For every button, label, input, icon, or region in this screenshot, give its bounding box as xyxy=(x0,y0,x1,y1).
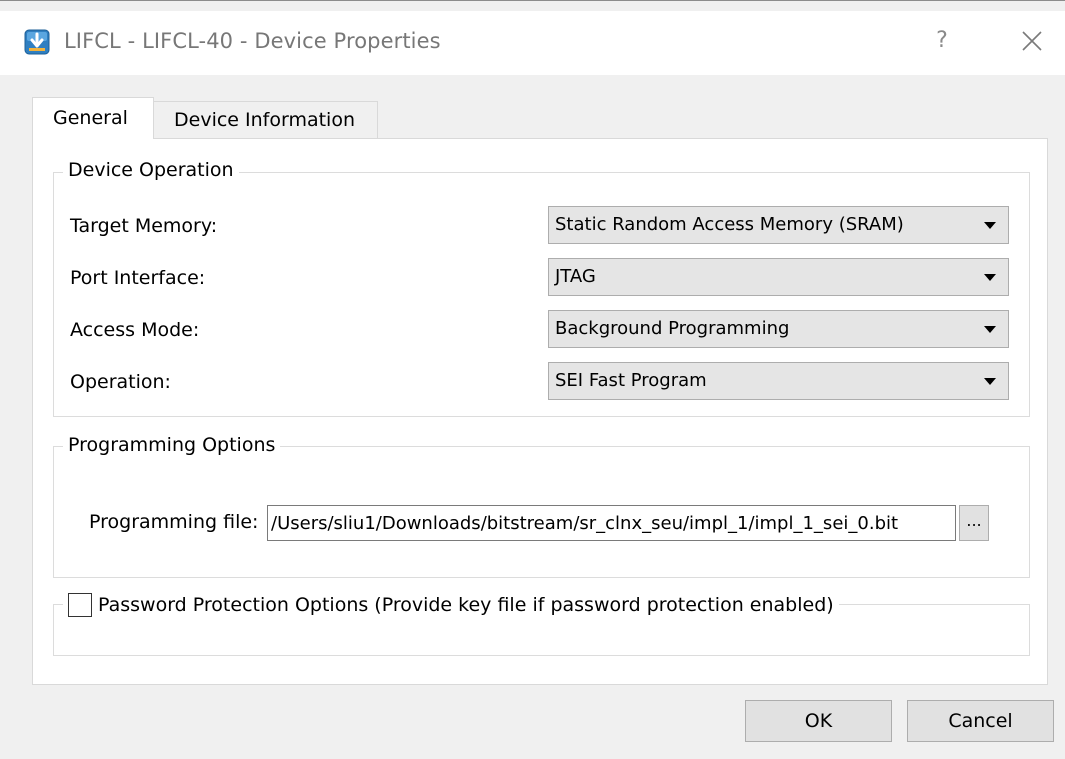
tab-general[interactable]: General xyxy=(32,97,154,139)
chevron-down-icon xyxy=(984,274,996,281)
target-memory-label: Target Memory: xyxy=(70,215,218,237)
port-interface-label: Port Interface: xyxy=(70,267,206,289)
cancel-button[interactable]: Cancel xyxy=(907,700,1054,742)
password-protection-legend: Password Protection Options (Provide key… xyxy=(63,592,839,620)
operation-value: SEI Fast Program xyxy=(555,370,707,391)
access-mode-label: Access Mode: xyxy=(70,319,200,341)
device-properties-dialog: LIFCL - LIFCL-40 - Device Properties ? G… xyxy=(0,0,1065,759)
target-memory-select[interactable]: Static Random Access Memory (SRAM) xyxy=(548,206,1009,244)
password-protection-label[interactable]: Password Protection Options (Provide key… xyxy=(98,594,864,616)
programming-options-legend: Programming Options xyxy=(63,434,281,456)
title-bar: LIFCL - LIFCL-40 - Device Properties ? xyxy=(0,11,1065,75)
close-icon xyxy=(1022,31,1042,51)
port-interface-select[interactable]: JTAG xyxy=(548,258,1009,296)
close-button[interactable] xyxy=(1016,25,1048,57)
help-icon: ? xyxy=(936,28,948,53)
port-interface-value: JTAG xyxy=(555,266,596,287)
chevron-down-icon xyxy=(984,222,996,229)
programming-file-label: Programming file: xyxy=(89,511,259,533)
app-download-icon xyxy=(24,29,50,55)
chevron-down-icon xyxy=(984,326,996,333)
device-operation-legend: Device Operation xyxy=(63,159,239,181)
operation-select[interactable]: SEI Fast Program xyxy=(548,362,1009,400)
chevron-down-icon xyxy=(984,378,996,385)
access-mode-select[interactable]: Background Programming xyxy=(548,310,1009,348)
programming-file-input[interactable] xyxy=(267,505,956,541)
target-memory-value: Static Random Access Memory (SRAM) xyxy=(555,214,904,235)
window-title: LIFCL - LIFCL-40 - Device Properties xyxy=(64,29,441,53)
help-button[interactable]: ? xyxy=(928,25,956,57)
operation-label: Operation: xyxy=(70,371,171,393)
tab-device-information[interactable]: Device Information xyxy=(154,101,378,138)
browse-button[interactable]: ... xyxy=(959,505,989,541)
ok-button[interactable]: OK xyxy=(745,700,892,742)
password-protection-checkbox[interactable] xyxy=(68,593,92,617)
access-mode-value: Background Programming xyxy=(555,318,790,339)
